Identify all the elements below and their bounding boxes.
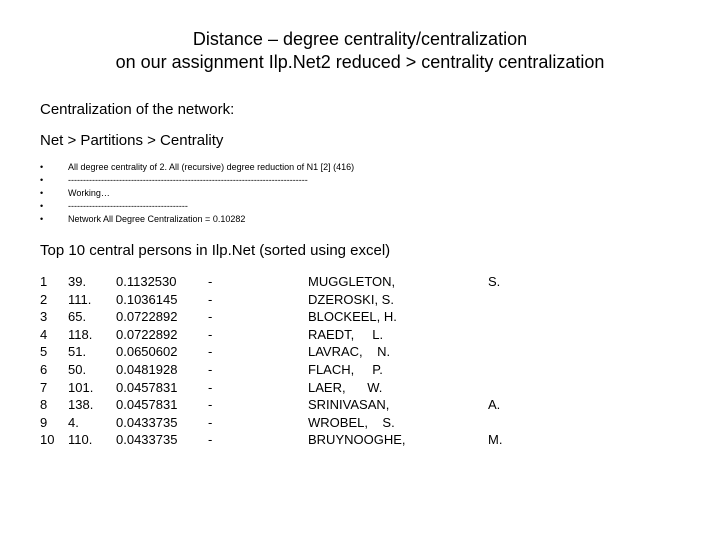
cell-dash: -: [208, 361, 308, 379]
cell-id: 51.: [68, 343, 116, 361]
cell-name: RAEDT, L.: [308, 326, 488, 344]
cell-rank: 10: [40, 431, 68, 449]
cell-dash: -: [208, 273, 308, 291]
subheading-centralization: Centralization of the network:: [40, 101, 680, 118]
cell-value: 0.0433735: [116, 414, 208, 432]
cell-id: 101.: [68, 379, 116, 397]
cell-name: LAER, W.: [308, 379, 488, 397]
bullet-block: •All degree centrality of 2. All (recurs…: [40, 161, 680, 226]
cell-rank: 6: [40, 361, 68, 379]
cell-initial: [488, 414, 528, 432]
bullet-dot-icon: •: [40, 187, 68, 200]
cell-name: BRUYNOOGHE,: [308, 431, 488, 449]
bullet-text: Working…: [68, 187, 110, 200]
cell-value: 0.0433735: [116, 431, 208, 449]
cell-name: MUGGLETON,: [308, 273, 488, 291]
cell-value: 0.0457831: [116, 379, 208, 397]
table-row: 551.0.0650602-LAVRAC, N.: [40, 343, 680, 361]
cell-initial: S.: [488, 273, 528, 291]
cell-dash: -: [208, 396, 308, 414]
centrality-table: 139.0.1132530-MUGGLETON,S. 2111.0.103614…: [40, 273, 680, 448]
cell-rank: 5: [40, 343, 68, 361]
bullet-text: All degree centrality of 2. All (recursi…: [68, 161, 354, 174]
bullet-row: •Network All Degree Centralization = 0.1…: [40, 213, 680, 226]
table-row: 650.0.0481928-FLACH, P.: [40, 361, 680, 379]
cell-name: BLOCKEEL, H.: [308, 308, 488, 326]
table-row: 7101.0.0457831-LAER, W.: [40, 379, 680, 397]
title-line-2: on our assignment Ilp.Net2 reduced > cen…: [70, 51, 650, 74]
table-row: 365.0.0722892-BLOCKEEL, H.: [40, 308, 680, 326]
cell-dash: -: [208, 343, 308, 361]
cell-id: 65.: [68, 308, 116, 326]
cell-id: 118.: [68, 326, 116, 344]
cell-value: 0.0722892: [116, 326, 208, 344]
table-row: 8138.0.0457831-SRINIVASAN,A.: [40, 396, 680, 414]
cell-id: 4.: [68, 414, 116, 432]
cell-id: 138.: [68, 396, 116, 414]
cell-value: 0.0481928: [116, 361, 208, 379]
cell-name: SRINIVASAN,: [308, 396, 488, 414]
cell-rank: 4: [40, 326, 68, 344]
cell-initial: [488, 343, 528, 361]
cell-dash: -: [208, 431, 308, 449]
bullet-dot-icon: •: [40, 213, 68, 226]
cell-initial: [488, 361, 528, 379]
bullet-dot-icon: •: [40, 200, 68, 213]
cell-name: WROBEL, S.: [308, 414, 488, 432]
cell-id: 39.: [68, 273, 116, 291]
cell-rank: 2: [40, 291, 68, 309]
cell-initial: [488, 379, 528, 397]
bullet-dot-icon: •: [40, 161, 68, 174]
cell-initial: A.: [488, 396, 528, 414]
cell-value: 0.0722892: [116, 308, 208, 326]
cell-initial: M.: [488, 431, 528, 449]
bullet-text: ----------------------------------------: [68, 200, 188, 213]
cell-name: LAVRAC, N.: [308, 343, 488, 361]
subheading-top10: Top 10 central persons in Ilp.Net (sorte…: [40, 242, 680, 259]
title-block: Distance – degree centrality/centralizat…: [40, 28, 680, 73]
subheading-menu-path: Net > Partitions > Centrality: [40, 132, 680, 149]
bullet-row: •Working…: [40, 187, 680, 200]
cell-value: 0.1132530: [116, 273, 208, 291]
cell-value: 0.1036145: [116, 291, 208, 309]
cell-initial: [488, 291, 528, 309]
cell-value: 0.0457831: [116, 396, 208, 414]
cell-rank: 1: [40, 273, 68, 291]
table-row: 139.0.1132530-MUGGLETON,S.: [40, 273, 680, 291]
cell-dash: -: [208, 326, 308, 344]
cell-dash: -: [208, 291, 308, 309]
cell-dash: -: [208, 414, 308, 432]
cell-initial: [488, 308, 528, 326]
cell-id: 50.: [68, 361, 116, 379]
cell-initial: [488, 326, 528, 344]
title-line-1: Distance – degree centrality/centralizat…: [70, 28, 650, 51]
cell-rank: 9: [40, 414, 68, 432]
cell-value: 0.0650602: [116, 343, 208, 361]
cell-rank: 8: [40, 396, 68, 414]
cell-name: DZEROSKI, S.: [308, 291, 488, 309]
cell-rank: 3: [40, 308, 68, 326]
cell-dash: -: [208, 308, 308, 326]
table-row: 94.0.0433735-WROBEL, S.: [40, 414, 680, 432]
bullet-row: •---------------------------------------…: [40, 174, 680, 187]
bullet-text: ----------------------------------------…: [68, 174, 308, 187]
cell-dash: -: [208, 379, 308, 397]
table-row: 4118.0.0722892-RAEDT, L.: [40, 326, 680, 344]
bullet-dot-icon: •: [40, 174, 68, 187]
table-row: 2111.0.1036145-DZEROSKI, S.: [40, 291, 680, 309]
cell-name: FLACH, P.: [308, 361, 488, 379]
bullet-row: •---------------------------------------…: [40, 200, 680, 213]
cell-id: 111.: [68, 291, 116, 309]
bullet-text: Network All Degree Centralization = 0.10…: [68, 213, 245, 226]
table-row: 10110.0.0433735-BRUYNOOGHE,M.: [40, 431, 680, 449]
bullet-row: •All degree centrality of 2. All (recurs…: [40, 161, 680, 174]
cell-id: 110.: [68, 431, 116, 449]
cell-rank: 7: [40, 379, 68, 397]
